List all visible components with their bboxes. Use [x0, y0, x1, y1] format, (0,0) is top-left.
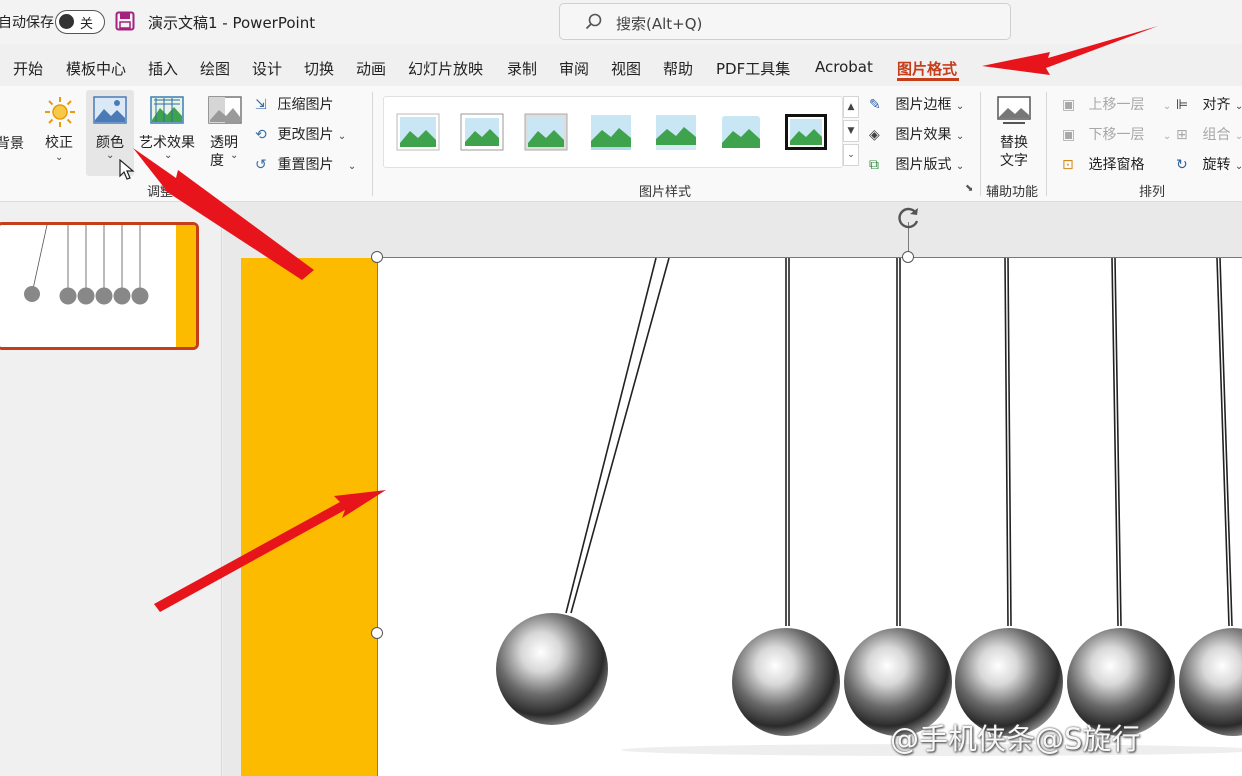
watermark-text: @手机侠条@S旋行 — [890, 722, 1141, 756]
arrow-to-yellow-shape — [154, 490, 386, 612]
arrow-to-picture-format-tab — [982, 26, 1158, 75]
arrow-to-color-button — [133, 148, 314, 280]
annotation-arrows — [133, 26, 1158, 612]
